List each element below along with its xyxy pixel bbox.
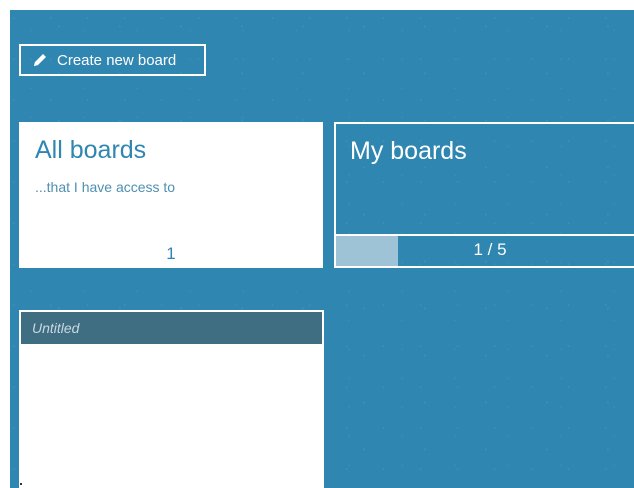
my-boards-progress: 1 / 5 (336, 234, 634, 266)
create-new-board-label: Create new board (57, 51, 177, 69)
cursor-dot (20, 483, 22, 485)
board-card-header: Untitled (21, 312, 322, 344)
all-boards-tile[interactable]: All boards ...that I have access to 1 (19, 122, 323, 268)
all-boards-count: 1 (166, 244, 176, 263)
my-boards-title: My boards (350, 137, 467, 165)
board-card[interactable]: Untitled (19, 310, 324, 488)
all-boards-title: All boards (35, 136, 147, 164)
board-card-title: Untitled (32, 320, 80, 336)
my-boards-progress-text: 1 / 5 (473, 240, 507, 259)
my-boards-tile[interactable]: My boards 1 / 5 (334, 122, 634, 268)
create-new-board-button[interactable]: Create new board (19, 44, 206, 76)
boards-page: Create new board All boards ...that I ha… (10, 10, 634, 488)
all-boards-subtitle: ...that I have access to (35, 179, 176, 195)
pencil-icon (32, 52, 48, 68)
